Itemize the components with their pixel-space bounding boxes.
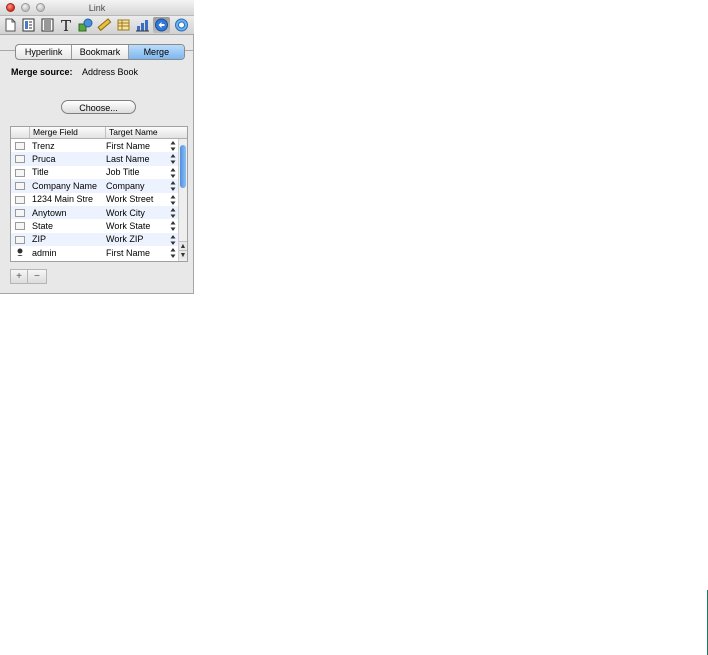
link-icon[interactable]: [153, 17, 170, 33]
graphic-icon[interactable]: [77, 17, 94, 33]
table-row[interactable]: Pruca Last Name: [11, 152, 178, 166]
target-name-cell: Work ZIP: [106, 234, 144, 245]
card-icon: [15, 142, 25, 150]
column-target-name[interactable]: Target Name: [105, 127, 187, 138]
target-name-cell: Work Street: [106, 194, 154, 205]
table-icon[interactable]: [115, 17, 132, 33]
popup-arrows-icon[interactable]: [170, 154, 176, 165]
inspector-toolbar: T: [0, 16, 194, 35]
svg-text:T: T: [61, 17, 71, 33]
link-inspector-window: Link T Hyperlink Bookmark Merge Merge so…: [0, 0, 194, 294]
card-icon: [15, 155, 25, 164]
card-icon: [15, 209, 25, 217]
scroll-down-arrow-icon[interactable]: ▼: [179, 250, 187, 259]
quicktime-icon[interactable]: [173, 17, 190, 33]
metrics-icon[interactable]: [96, 17, 113, 33]
wrap-icon[interactable]: [39, 17, 56, 33]
merge-field-cell: admin: [32, 247, 57, 258]
column-merge-field[interactable]: Merge Field: [29, 127, 105, 138]
merge-field-cell: Pruca: [32, 153, 56, 164]
choose-button[interactable]: Choose...: [61, 100, 136, 114]
target-name-cell: First Name: [106, 247, 151, 258]
merge-field-cell: Title: [32, 167, 49, 178]
target-name-cell: Last Name: [106, 153, 150, 164]
scroll-up-arrow-icon[interactable]: ▲: [179, 241, 187, 250]
table-header: Merge Field Target Name: [11, 127, 187, 139]
merge-source-label: Merge source:: [11, 67, 73, 77]
popup-arrows-icon[interactable]: [170, 194, 176, 205]
table-row[interactable]: ZIP Work ZIP: [11, 232, 178, 247]
add-button[interactable]: +: [10, 269, 28, 284]
card-icon: [15, 195, 25, 204]
target-name-cell: Company: [106, 180, 145, 191]
popup-arrows-icon[interactable]: [170, 248, 176, 259]
merge-source-value: Address Book: [82, 67, 139, 77]
merge-field-cell: Anytown: [32, 207, 67, 218]
table-row[interactable]: admin First Name: [11, 246, 178, 259]
remove-button[interactable]: −: [28, 269, 47, 284]
popup-arrows-icon[interactable]: [170, 234, 176, 245]
window-title: Link: [88, 3, 106, 13]
table-row[interactable]: 1234 Main Stre Work Street: [11, 193, 178, 206]
popup-arrows-icon[interactable]: [170, 208, 176, 218]
popup-arrows-icon[interactable]: [170, 141, 176, 151]
text-icon[interactable]: T: [58, 17, 75, 35]
table-scrollbar[interactable]: ▲ ▼: [178, 139, 187, 261]
target-name-cell: First Name: [106, 140, 151, 151]
tab-hyperlink[interactable]: Hyperlink: [16, 45, 71, 59]
layout-icon[interactable]: [20, 17, 37, 33]
target-name-cell: Job Title: [106, 167, 140, 178]
target-name-cell: Work City: [106, 207, 145, 218]
card-icon: [15, 182, 25, 191]
person-icon: [17, 248, 23, 257]
merge-field-cell: 1234 Main Stre: [32, 194, 94, 205]
chart-icon[interactable]: [134, 17, 151, 33]
scroll-thumb[interactable]: [180, 145, 186, 188]
card-icon: [15, 222, 25, 231]
merge-field-table: Merge Field Target Name Trenz First Name…: [10, 126, 188, 262]
table-row[interactable]: Trenz First Name: [11, 139, 178, 152]
merge-field-cell: Trenz: [32, 140, 55, 151]
card-icon: [15, 235, 25, 244]
merge-field-cell: State: [32, 220, 54, 231]
popup-arrows-icon[interactable]: [170, 167, 176, 178]
table-row[interactable]: State Work State: [11, 219, 178, 232]
title-bar[interactable]: Link: [0, 0, 194, 16]
document-icon[interactable]: [1, 17, 18, 33]
tab-bookmark[interactable]: Bookmark: [71, 45, 127, 59]
merge-field-cell: ZIP: [32, 234, 47, 245]
table-row[interactable]: Company Name Company: [11, 179, 178, 193]
tab-merge[interactable]: Merge: [127, 45, 184, 59]
table-row[interactable]: Anytown Work City: [11, 206, 178, 220]
link-tab-bar: Hyperlink Bookmark Merge: [15, 44, 185, 60]
popup-arrows-icon[interactable]: [170, 221, 176, 232]
popup-arrows-icon[interactable]: [170, 181, 176, 192]
table-row[interactable]: Title Job Title: [11, 166, 178, 179]
card-icon: [15, 168, 25, 177]
merge-field-cell: Company Name: [32, 180, 98, 191]
target-name-cell: Work State: [106, 220, 151, 231]
